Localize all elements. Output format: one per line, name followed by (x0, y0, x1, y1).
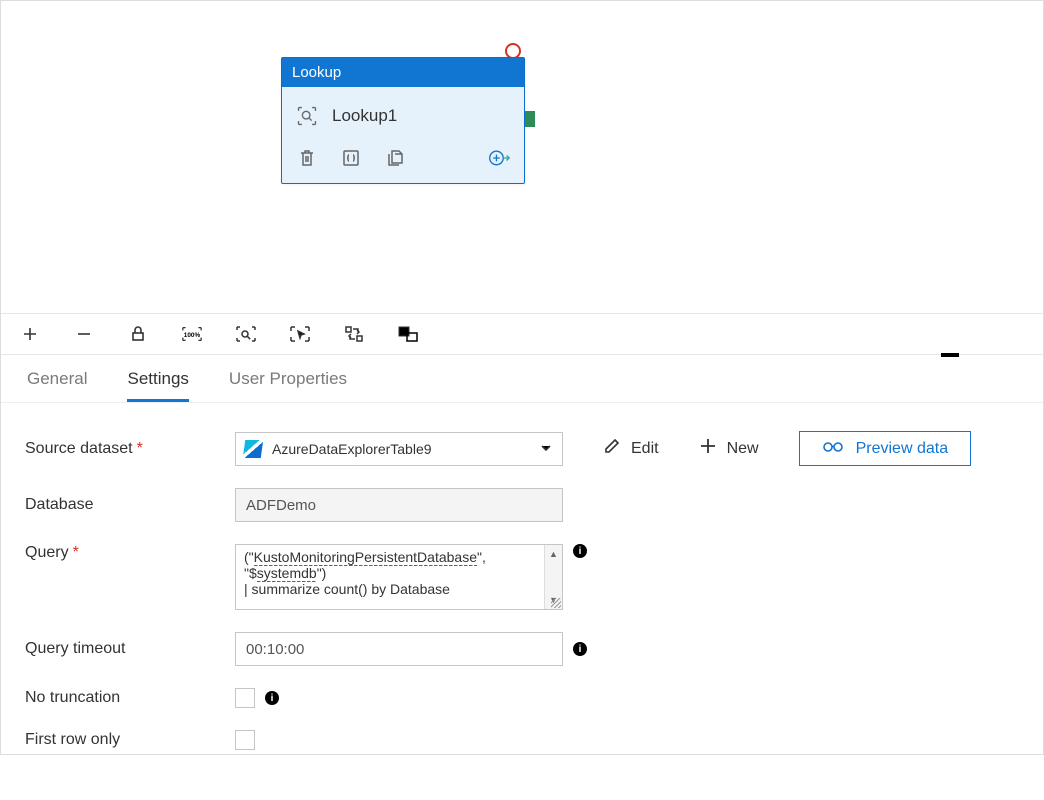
new-button[interactable]: New (699, 437, 759, 460)
node-type-label: Lookup (282, 58, 524, 87)
svg-text:100%: 100% (184, 332, 201, 339)
minimap-icon[interactable] (397, 323, 419, 345)
plus-icon (699, 437, 717, 460)
source-dataset-dropdown[interactable]: AzureDataExplorerTable9 (235, 432, 563, 466)
add-next-icon[interactable] (488, 147, 510, 169)
scroll-up-icon[interactable]: ▲ (545, 545, 562, 563)
pencil-icon (603, 437, 621, 460)
glasses-icon (822, 439, 844, 458)
zoom-to-fit-icon[interactable] (235, 323, 257, 345)
panel-collapse-icon[interactable] (941, 353, 959, 357)
no-truncation-checkbox[interactable] (235, 688, 255, 708)
auto-arrange-icon[interactable] (343, 323, 365, 345)
first-row-only-label: First row only (25, 731, 235, 749)
tab-user-properties[interactable]: User Properties (229, 369, 347, 402)
node-name: Lookup1 (332, 106, 397, 126)
fullscreen-cursor-icon[interactable] (289, 323, 311, 345)
tab-settings[interactable]: Settings (127, 369, 188, 402)
success-connector-icon[interactable] (525, 111, 535, 127)
canvas-toolbar: 100% (1, 313, 1043, 355)
resize-grip-icon[interactable] (551, 598, 561, 608)
lookup-icon (296, 105, 318, 127)
zoom-100-icon[interactable]: 100% (181, 323, 203, 345)
source-dataset-value: AzureDataExplorerTable9 (272, 441, 432, 457)
pipeline-canvas[interactable]: Lookup Lookup1 (1, 1, 1043, 313)
query-timeout-field[interactable] (235, 632, 563, 666)
copy-icon[interactable] (384, 147, 406, 169)
query-timeout-label: Query timeout (25, 640, 235, 658)
zoom-in-icon[interactable] (19, 323, 41, 345)
no-truncation-label: No truncation (25, 689, 235, 707)
query-field[interactable]: ("KustoMonitoringPersistentDatabase", "$… (236, 545, 544, 609)
preview-data-button[interactable]: Preview data (799, 431, 972, 466)
info-icon[interactable]: i (265, 691, 279, 705)
database-label: Database (25, 496, 235, 514)
lock-icon[interactable] (127, 323, 149, 345)
tab-general[interactable]: General (27, 369, 87, 402)
lookup-activity-node[interactable]: Lookup Lookup1 (281, 57, 525, 184)
code-icon[interactable] (340, 147, 362, 169)
properties-tabs: General Settings User Properties (1, 355, 1043, 403)
info-icon[interactable]: i (573, 642, 587, 656)
zoom-out-icon[interactable] (73, 323, 95, 345)
query-field-wrapper: ("KustoMonitoringPersistentDatabase", "$… (235, 544, 563, 610)
first-row-only-checkbox[interactable] (235, 730, 255, 750)
chevron-down-icon (540, 441, 552, 457)
info-icon[interactable]: i (573, 544, 587, 558)
source-dataset-label: Source dataset* (25, 440, 235, 458)
settings-form: Source dataset* AzureDataExplorerTable9 … (1, 403, 1043, 800)
delete-icon[interactable] (296, 147, 318, 169)
edit-button[interactable]: Edit (603, 437, 659, 460)
database-field (235, 488, 563, 522)
adx-icon (243, 440, 264, 458)
query-label: Query* (25, 544, 235, 562)
